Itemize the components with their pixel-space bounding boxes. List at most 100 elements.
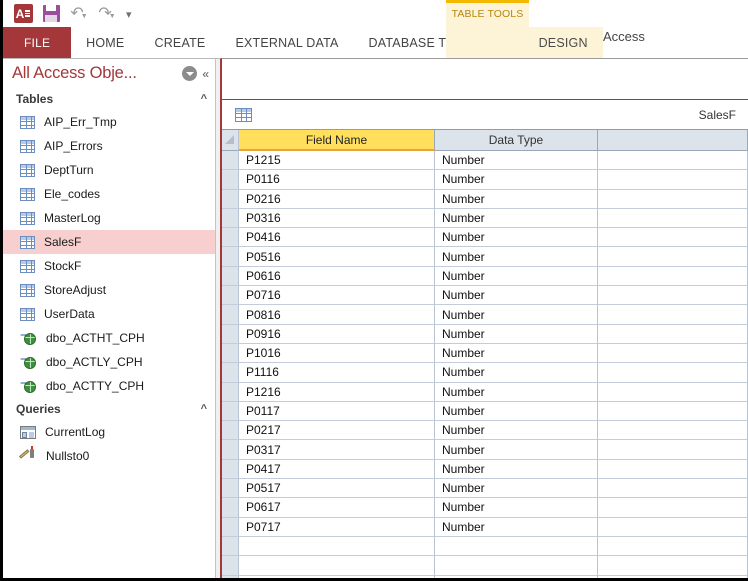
chevron-up-icon[interactable]: ^ (201, 403, 207, 415)
row-selector[interactable] (222, 556, 239, 576)
row-selector[interactable] (222, 151, 239, 171)
select-all-triangle-icon[interactable] (225, 135, 234, 144)
cell-data-type[interactable]: Number (435, 305, 598, 325)
tab-external-data[interactable]: EXTERNAL DATA (220, 27, 353, 58)
row-selector[interactable] (222, 324, 239, 344)
row-selector[interactable] (222, 189, 239, 209)
table-row[interactable]: P0317 Number (222, 440, 748, 460)
table-row[interactable]: P0517 Number (222, 479, 748, 499)
table-row[interactable]: P1215 Number (222, 151, 748, 171)
cell-description[interactable] (598, 440, 748, 460)
redo-dropdown-icon[interactable]: ▼ (109, 13, 116, 20)
cell-data-type[interactable]: Number (435, 266, 598, 287)
cell-field-name[interactable]: P0117 (239, 401, 435, 422)
cell-data-type[interactable]: Number (435, 498, 598, 518)
row-selector[interactable] (222, 305, 239, 325)
cell-description[interactable] (598, 575, 748, 578)
cell-data-type[interactable] (435, 556, 598, 576)
cell-description[interactable] (598, 170, 748, 190)
cell-data-type[interactable]: Number (435, 324, 598, 344)
table-row[interactable]: P0316 Number (222, 208, 748, 229)
table-row[interactable]: P1216 Number (222, 382, 748, 402)
cell-field-name[interactable] (239, 556, 435, 576)
cell-data-type[interactable]: Number (435, 247, 598, 267)
row-selector[interactable] (222, 266, 239, 287)
row-selector[interactable] (222, 247, 239, 267)
column-header-data-type[interactable]: Data Type (435, 130, 598, 151)
nav-item-ele-codes[interactable]: Ele_codes (3, 182, 215, 206)
cell-description[interactable] (598, 189, 748, 209)
cell-field-name[interactable]: P0916 (239, 324, 435, 344)
cell-description[interactable] (598, 363, 748, 383)
cell-description[interactable] (598, 343, 748, 364)
row-selector[interactable] (222, 536, 239, 557)
cell-field-name[interactable]: P0716 (239, 286, 435, 306)
cell-description[interactable] (598, 459, 748, 480)
row-selector[interactable] (222, 440, 239, 460)
cell-description[interactable] (598, 324, 748, 344)
row-selector[interactable] (222, 170, 239, 190)
cell-description[interactable] (598, 421, 748, 441)
row-selector[interactable] (222, 382, 239, 402)
cell-data-type[interactable]: Number (435, 382, 598, 402)
navigation-pane-splitter[interactable] (215, 58, 222, 578)
row-selector[interactable] (222, 286, 239, 306)
cell-description[interactable] (598, 247, 748, 267)
cell-data-type[interactable]: Number (435, 517, 598, 537)
table-row[interactable]: P0416 Number (222, 228, 748, 248)
cell-field-name[interactable]: P1016 (239, 343, 435, 364)
undo-button[interactable]: ↶ ▼ (66, 2, 92, 25)
table-row[interactable]: P0717 Number (222, 517, 748, 537)
nav-item-dbo-actty-cph[interactable]: ⟶ dbo_ACTTY_CPH (3, 374, 215, 398)
cell-data-type[interactable]: Number (435, 401, 598, 422)
nav-group-header-tables[interactable]: Tables ^ (3, 88, 215, 110)
cell-field-name[interactable]: P1216 (239, 382, 435, 402)
table-row[interactable]: P0516 Number (222, 247, 748, 267)
table-row[interactable]: P1016 Number (222, 343, 748, 364)
nav-item-dbo-actht-cph[interactable]: ⟶ dbo_ACTHT_CPH (3, 326, 215, 350)
cell-data-type[interactable]: Number (435, 286, 598, 306)
row-selector[interactable] (222, 498, 239, 518)
cell-description[interactable] (598, 305, 748, 325)
cell-field-name[interactable]: P0317 (239, 440, 435, 460)
cell-field-name[interactable]: P0616 (239, 266, 435, 287)
cell-field-name[interactable]: P0517 (239, 479, 435, 499)
row-selector[interactable] (222, 459, 239, 480)
table-row[interactable]: P1116 Number (222, 363, 748, 383)
cell-field-name[interactable]: P0116 (239, 170, 435, 190)
nav-item-currentlog[interactable]: CurrentLog (3, 420, 215, 444)
row-selector[interactable] (222, 208, 239, 229)
cell-data-type[interactable] (435, 575, 598, 578)
row-selector[interactable] (222, 421, 239, 441)
nav-item-nullsto0[interactable]: Nullsto0 (3, 444, 215, 468)
row-selector[interactable] (222, 575, 239, 578)
cell-field-name[interactable]: P0217 (239, 421, 435, 441)
nav-item-dbo-actly-cph[interactable]: ⟶ dbo_ACTLY_CPH (3, 350, 215, 374)
cell-description[interactable] (598, 498, 748, 518)
nav-group-header-queries[interactable]: Queries ^ (3, 398, 215, 420)
cell-data-type[interactable]: Number (435, 151, 598, 171)
tab-create[interactable]: CREATE (139, 27, 220, 58)
cell-field-name[interactable] (239, 575, 435, 578)
cell-data-type[interactable]: Number (435, 440, 598, 460)
cell-data-type[interactable]: Number (435, 208, 598, 229)
column-header-description[interactable] (598, 130, 748, 151)
cell-data-type[interactable] (435, 536, 598, 557)
cell-data-type[interactable]: Number (435, 479, 598, 499)
document-tab-label[interactable]: SalesF (699, 108, 736, 122)
cell-description[interactable] (598, 536, 748, 557)
row-selector[interactable] (222, 517, 239, 537)
cell-data-type[interactable]: Number (435, 343, 598, 364)
cell-data-type[interactable]: Number (435, 228, 598, 248)
cell-description[interactable] (598, 556, 748, 576)
cell-data-type[interactable]: Number (435, 170, 598, 190)
table-row[interactable]: P0617 Number (222, 498, 748, 518)
nav-item-masterlog[interactable]: MasterLog (3, 206, 215, 230)
cell-description[interactable] (598, 151, 748, 171)
table-row-empty[interactable] (222, 556, 748, 576)
row-selector[interactable] (222, 479, 239, 499)
cell-description[interactable] (598, 517, 748, 537)
column-header-field-name[interactable]: Field Name (239, 130, 435, 151)
table-row[interactable]: P0216 Number (222, 189, 748, 209)
cell-field-name[interactable]: P0316 (239, 208, 435, 229)
